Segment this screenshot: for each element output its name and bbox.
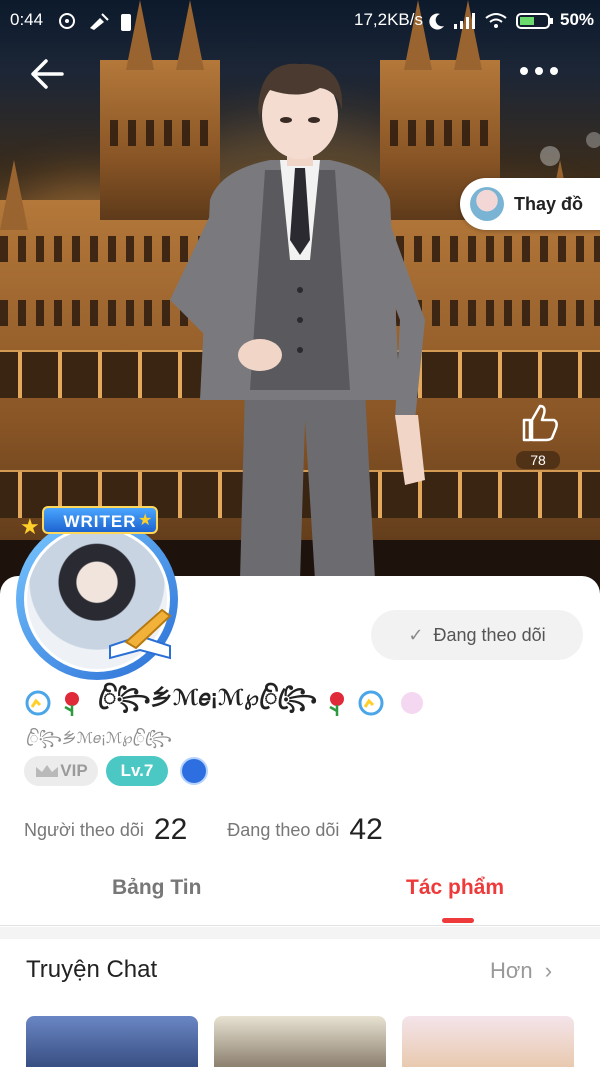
followers-label[interactable]: Người theo dõi [24,820,144,841]
battery-icon [516,13,553,29]
following-count[interactable]: 42 [349,813,382,847]
level-badge[interactable]: Lv.7 [106,756,168,786]
profile-name-row: ꦿꦼ꧂乡ℳ𝑒¡ℳ℘ꦿꦼ꧂ꦿ [24,685,424,720]
story-thumbnail[interactable] [26,1016,198,1067]
tab-works[interactable]: Tác phẩm [406,876,504,900]
more-options-icon[interactable] [520,62,570,82]
status-time: 0:44 [10,10,44,29]
more-link-label: Hơn [490,958,533,983]
active-tab-indicator [442,918,474,923]
profile-avatar[interactable]: WRITER ★ ★ [6,504,196,684]
cleaner-icon [90,13,109,30]
rose-emoji-icon [329,692,345,716]
story-thumbnails [26,1016,586,1067]
section-divider [0,927,600,939]
network-speed: 17,2KB/s [354,10,423,29]
following-button-label: Đang theo dõi [433,624,546,645]
vip-label: VIP [60,761,88,780]
back-arrow-icon[interactable] [28,54,68,94]
dizzy-emoji-icon [358,690,384,716]
battery-percent: 50% [560,10,595,29]
outfit-avatar-icon [470,187,504,221]
like-button[interactable]: 78 [508,400,568,470]
status-bar: 0:44 17,2KB/s 50% [0,0,600,40]
crown-icon [36,765,59,777]
checkmark-icon: ✓ [408,624,424,645]
pen-book-icon [109,608,172,660]
dizzy-emoji-icon [25,690,51,716]
wifi-icon [485,13,507,28]
username: ꦿꦼ꧂乡ℳ𝑒¡ℳ℘ꦿꦼ꧂ꦿ [26,730,172,747]
story-thumbnail[interactable] [214,1016,386,1067]
notification-icon [59,13,75,29]
profile-tabs: Bảng Tin Tác phẩm [0,862,600,926]
tab-news-feed[interactable]: Bảng Tin [112,876,201,900]
key-badge-icon [401,692,424,714]
change-outfit-button[interactable]: Thay đồ [460,178,600,230]
change-outfit-label: Thay đồ [514,193,584,214]
character-illustration [170,63,425,580]
section-title: Truyện Chat [26,956,158,983]
follow-stats: Người theo dõi 22 Đang theo dõi 42 [24,810,383,850]
more-link[interactable]: Hơn › [490,958,552,984]
chevron-right-icon: › [544,958,553,983]
writer-pen-icon[interactable] [180,757,208,785]
badges-row: VIP Lv.7 [24,756,208,786]
star-icon: ★ [20,514,40,539]
following-label[interactable]: Đang theo dõi [227,820,339,841]
display-name: ꦿꦼ꧂乡ℳ𝑒¡ℳ℘ꦿꦼ꧂ꦿ [98,685,318,710]
signal-icon [454,13,475,29]
thumbs-up-icon [522,404,558,442]
like-count: 78 [516,451,560,469]
moon-icon [429,13,444,30]
followers-count[interactable]: 22 [154,813,187,847]
battery-saver-icon [121,14,131,31]
rose-emoji-icon [64,692,79,716]
star-icon: ★ [138,512,153,529]
vip-badge[interactable]: VIP [24,756,98,786]
story-thumbnail[interactable] [402,1016,574,1067]
following-button[interactable]: ✓ Đang theo dõi [371,610,583,660]
